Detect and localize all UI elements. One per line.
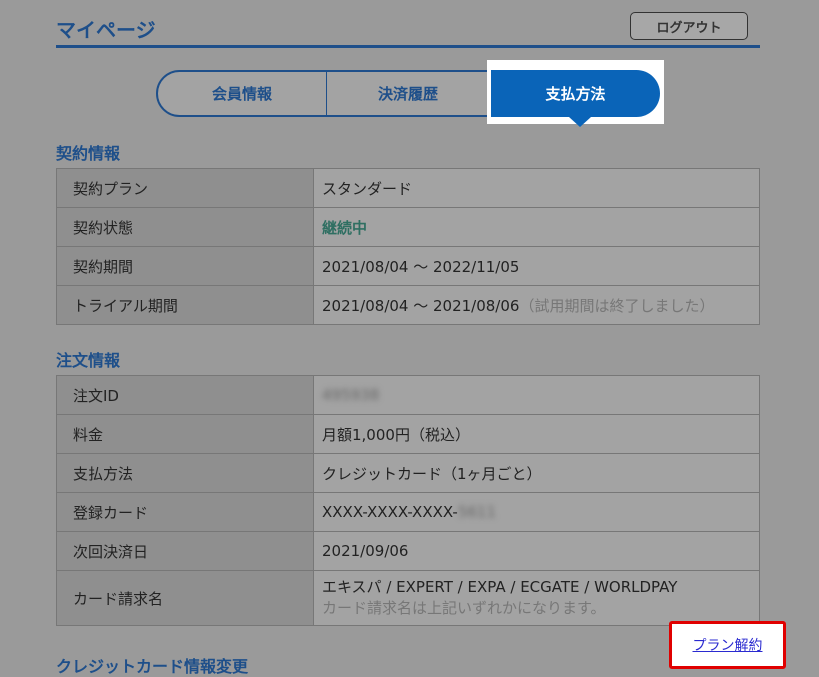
row-key: 次回決済日 [56,531,314,571]
row-value: 2021/08/04 ～ 2022/11/05 [313,246,760,286]
order-id: 495938 [322,386,380,404]
active-tab-pointer [569,117,591,127]
row-value: 月額1,000円（税込） [313,414,760,454]
table-row: 料金 月額1,000円（税込） [56,414,760,454]
row-key: 契約期間 [56,246,314,286]
row-key: 料金 [56,414,314,454]
order-heading: 注文情報 [56,351,121,370]
row-key: 契約プラン [56,168,314,208]
table-row: 契約プラン スタンダード [56,168,760,208]
trial-note: （試用期間は終了しました） [519,296,715,315]
row-value: スタンダード [313,168,760,208]
header-divider [56,45,760,48]
row-value: クレジットカード（1ヶ月ごと） [313,453,760,493]
card-change-heading: クレジットカード情報変更 [56,657,249,676]
trial-period: 2021/08/04 ～ 2021/08/06 [322,296,520,315]
table-row: 注文ID 495938 [56,375,760,415]
order-table: 注文ID 495938 料金 月額1,000円（税込） 支払方法 クレジットカー… [56,375,760,626]
table-row: 支払方法 クレジットカード（1ヶ月ごと） [56,453,760,493]
billing-names: エキスパ / EXPERT / EXPA / ECGATE / WORLDPAY [322,578,678,596]
row-key: 登録カード [56,492,314,532]
status-badge: 継続中 [322,218,368,237]
page-title: マイページ [56,18,156,42]
plan-cancel-highlight: プラン解約 [669,621,786,669]
row-value: 495938 [313,375,760,415]
row-value: 継続中 [313,207,760,247]
logout-button[interactable]: ログアウト [630,12,748,40]
row-value: XXXX-XXXX-XXXX-5611 [313,492,760,532]
table-row: 次回決済日 2021/09/06 [56,531,760,571]
row-key: 契約状態 [56,207,314,247]
table-row: 契約状態 継続中 [56,207,760,247]
row-key: トライアル期間 [56,285,314,325]
tab-member-info[interactable]: 会員情報 [158,72,327,115]
row-key: カード請求名 [56,570,314,626]
billing-note: カード請求名は上記いずれかになります。 [322,599,606,617]
row-value: 2021/08/04 ～ 2021/08/06（試用期間は終了しました） [313,285,760,325]
contract-heading: 契約情報 [56,144,121,163]
row-value: 2021/09/06 [313,531,760,571]
tab-payment-method[interactable]: 支払方法 [491,70,660,117]
table-row: トライアル期間 2021/08/04 ～ 2021/08/06（試用期間は終了し… [56,285,760,325]
table-row: 登録カード XXXX-XXXX-XXXX-5611 [56,492,760,532]
contract-table: 契約プラン スタンダード 契約状態 継続中 契約期間 2021/08/04 ～ … [56,168,760,325]
card-number-tail: 5611 [457,503,497,521]
table-row: 契約期間 2021/08/04 ～ 2022/11/05 [56,246,760,286]
card-number: XXXX-XXXX-XXXX- [322,503,458,521]
plan-cancel-link[interactable]: プラン解約 [693,635,763,655]
tab-payment-history[interactable]: 決済履歴 [326,72,490,115]
row-key: 注文ID [56,375,314,415]
table-row: カード請求名 エキスパ / EXPERT / EXPA / ECGATE / W… [56,570,760,626]
row-value: エキスパ / EXPERT / EXPA / ECGATE / WORLDPAY… [313,570,760,626]
row-key: 支払方法 [56,453,314,493]
